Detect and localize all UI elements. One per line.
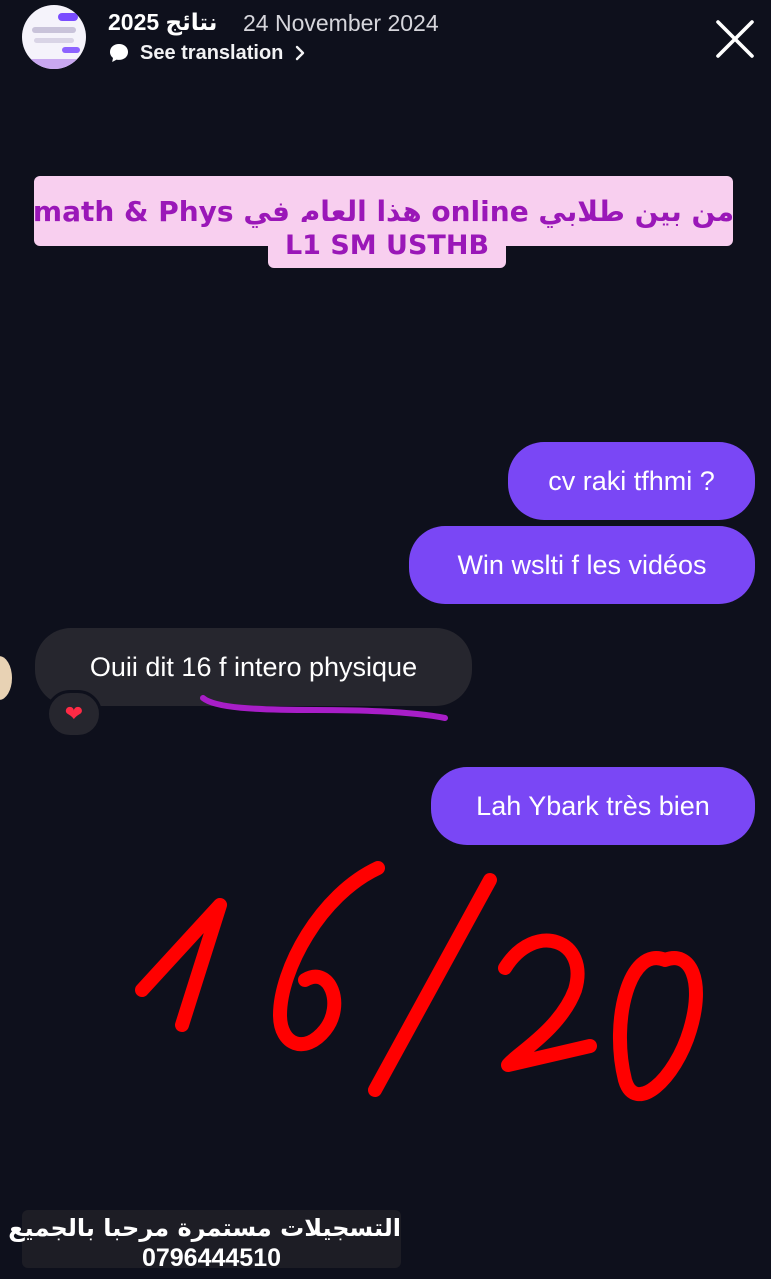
headline-line-2-text: L1 SM USTHB — [284, 229, 490, 261]
footer-phone-number[interactable]: 0796444510 — [22, 1244, 401, 1273]
message-bubble-outgoing[interactable]: Win wslti f les vidéos — [409, 526, 755, 604]
message-text: Ouii dit 16 f intero physique — [89, 651, 418, 682]
sender-avatar[interactable] — [0, 656, 12, 700]
avatar-thumbnail-detail — [62, 47, 80, 53]
avatar-thumbnail-detail — [22, 59, 86, 69]
headline-line-2: L1 SM USTHB — [268, 222, 506, 268]
story-title[interactable]: نتائج 2025 — [108, 9, 217, 36]
avatar-thumbnail-detail — [32, 27, 76, 33]
see-translation-link[interactable]: See translation — [108, 40, 307, 66]
message-bubble-outgoing[interactable]: Lah Ybark très bien — [431, 767, 755, 845]
avatar-thumbnail-detail — [34, 38, 74, 43]
footer-registration-text: التسجيلات مستمرة مرحبا بالجميع — [8, 1214, 401, 1242]
message-text: Lah Ybark très bien — [476, 790, 710, 821]
score-value: 16/20 — [0, 0, 1, 1]
avatar-thumbnail-detail — [58, 13, 78, 21]
message-bubble-outgoing[interactable]: cv raki tfhmi ? — [508, 442, 755, 520]
story-date: 24 November 2024 — [243, 10, 439, 36]
message-text: cv raki tfhmi ? — [548, 465, 715, 496]
story-screen: نتائج 2025 24 November 2024 See translat… — [0, 0, 771, 1279]
profile-avatar[interactable] — [22, 5, 86, 69]
heart-reaction[interactable]: ❤ — [46, 690, 102, 738]
see-translation-label: See translation — [140, 41, 284, 64]
highlight-underline — [200, 695, 448, 721]
close-icon[interactable] — [714, 18, 756, 60]
chevron-right-icon — [296, 45, 305, 61]
translate-bubble-icon — [110, 44, 128, 62]
message-text: Win wslti f les vidéos — [457, 549, 707, 580]
handwritten-score — [135, 861, 703, 1101]
heart-icon: ❤ — [64, 701, 84, 726]
